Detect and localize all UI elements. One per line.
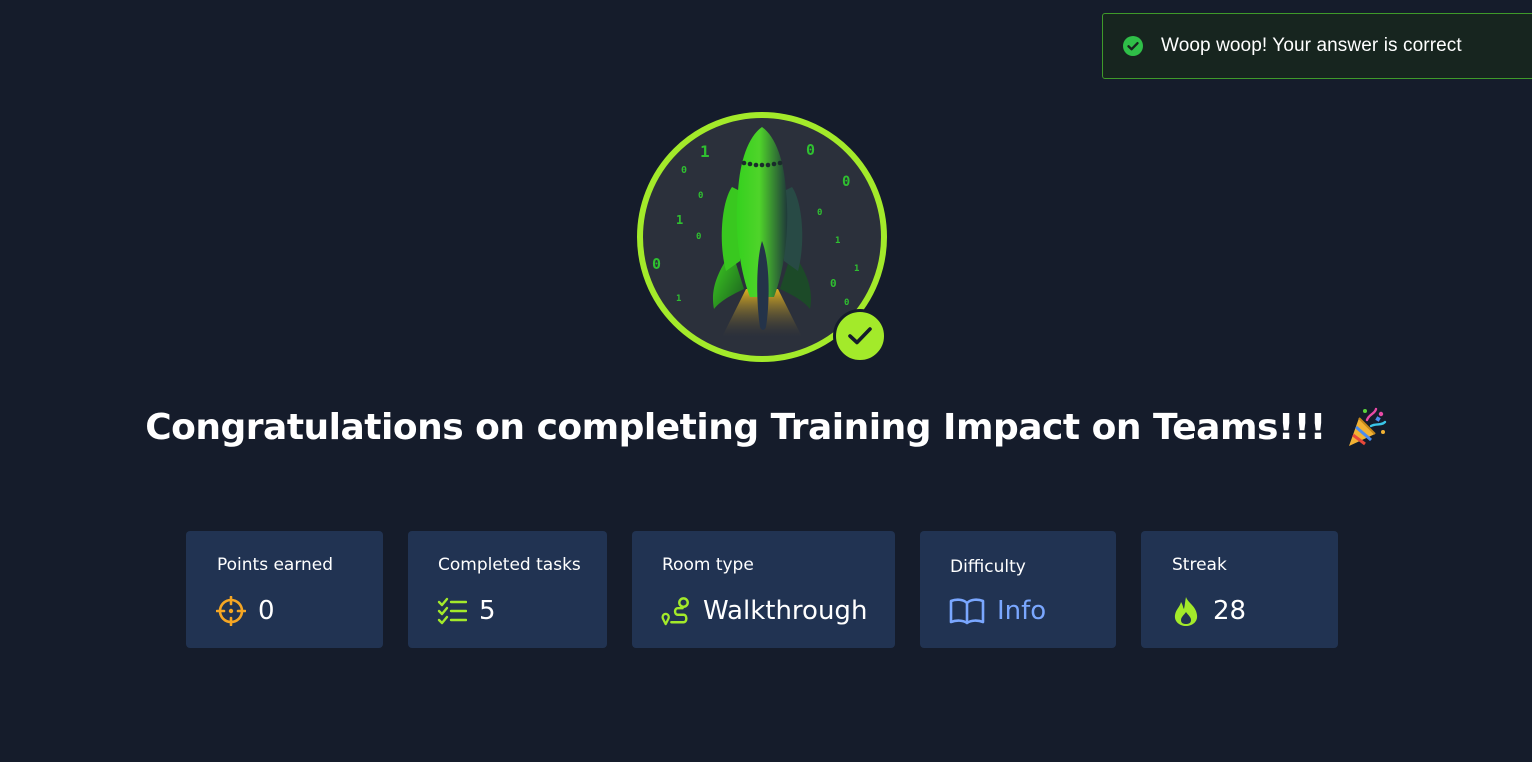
flame-icon	[1171, 596, 1201, 626]
stat-value: 5	[479, 596, 496, 626]
book-icon	[949, 596, 985, 626]
stat-value: 0	[258, 596, 275, 626]
party-popper-icon	[1345, 406, 1387, 448]
svg-text:0: 0	[844, 298, 849, 308]
crosshair-icon	[216, 596, 246, 626]
svg-text:0: 0	[696, 232, 701, 242]
stat-card-room-type: Room type Walkthrough	[632, 531, 895, 648]
svg-text:0: 0	[806, 141, 815, 159]
checklist-icon	[437, 596, 467, 626]
svg-text:0: 0	[817, 208, 822, 218]
completion-heading: Congratulations on completing Training I…	[0, 406, 1532, 466]
svg-text:0: 0	[842, 174, 850, 190]
stat-value: Info	[997, 596, 1047, 626]
svg-text:0: 0	[698, 191, 703, 201]
stat-label: Difficulty	[950, 557, 1026, 577]
toast-message: Woop woop! Your answer is correct	[1161, 35, 1462, 56]
svg-text:1: 1	[854, 264, 859, 274]
svg-text:1: 1	[676, 213, 683, 227]
svg-text:0: 0	[830, 277, 837, 290]
stat-value: Walkthrough	[703, 596, 868, 626]
svg-text:1: 1	[676, 294, 681, 304]
svg-text:0: 0	[652, 255, 661, 273]
stat-card-difficulty: Difficulty Info	[920, 531, 1116, 648]
svg-text:1: 1	[700, 142, 710, 161]
svg-text:0: 0	[681, 165, 687, 176]
stat-card-points: Points earned 0	[186, 531, 383, 648]
check-icon	[848, 327, 872, 345]
stat-card-tasks: Completed tasks 5	[408, 531, 607, 648]
completed-badge	[833, 309, 887, 363]
stat-card-streak: Streak 28	[1141, 531, 1338, 648]
success-toast[interactable]: Woop woop! Your answer is correct	[1102, 13, 1532, 79]
stat-value: 28	[1213, 596, 1247, 626]
svg-text:1: 1	[835, 236, 840, 246]
page-title: Congratulations on completing Training I…	[145, 406, 1326, 448]
stat-label: Room type	[662, 555, 754, 575]
route-icon	[661, 596, 691, 626]
stat-label: Points earned	[217, 555, 334, 575]
stat-label: Streak	[1172, 555, 1227, 575]
check-circle-icon	[1123, 36, 1143, 56]
room-complete-page: Woop woop! Your answer is correct 1 0 0 …	[0, 0, 1532, 762]
stat-label: Completed tasks	[438, 555, 581, 575]
